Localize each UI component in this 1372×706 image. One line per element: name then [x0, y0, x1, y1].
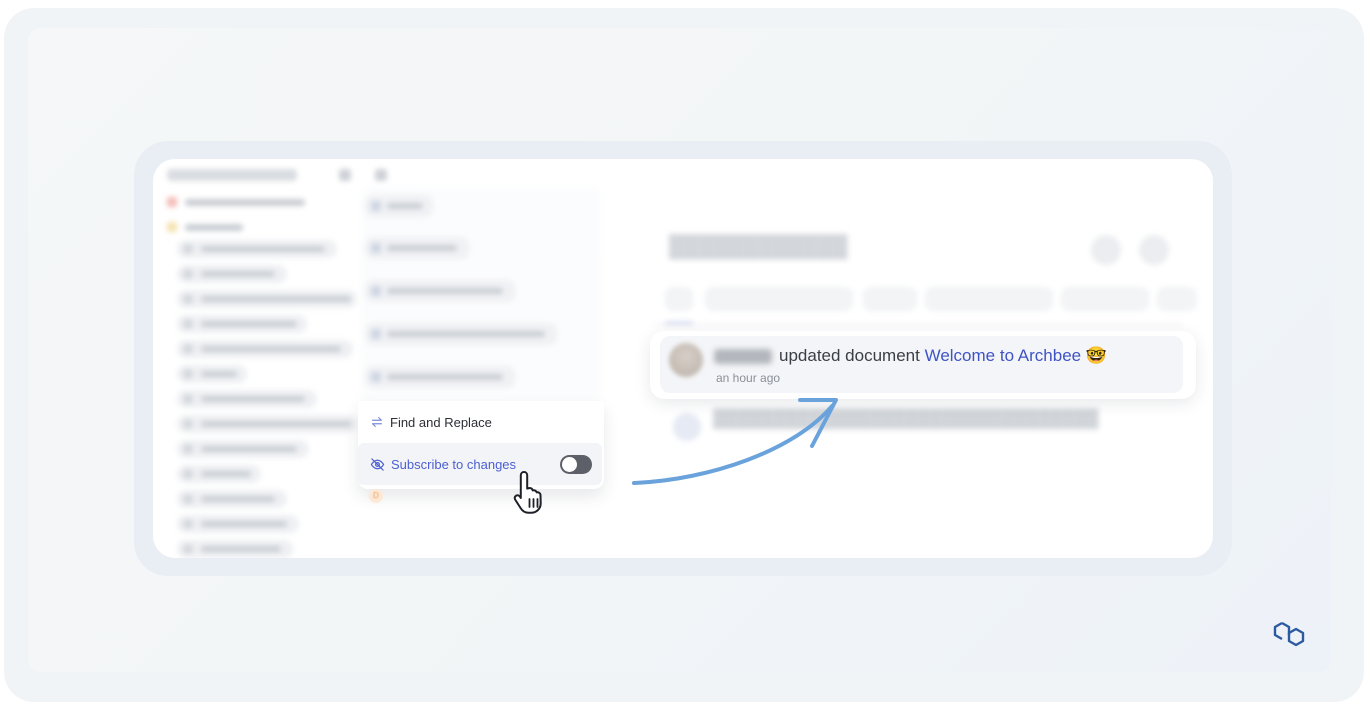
menu-item [365, 195, 433, 217]
sidebar-add-icon [375, 169, 387, 181]
eye-off-icon [370, 457, 385, 471]
archbee-logo-icon [1273, 621, 1305, 647]
sidebar-item [177, 515, 299, 533]
sidebar-item [177, 240, 337, 258]
panel-button [1091, 235, 1121, 265]
subscribe-label: Subscribe to changes [391, 456, 517, 472]
menu-item [365, 366, 515, 388]
menu-item [365, 323, 557, 345]
nerd-face-emoji: 🤓 [1085, 346, 1108, 365]
menu-item [365, 237, 469, 259]
tab [925, 287, 1053, 311]
tab [665, 287, 693, 311]
sidebar-item [177, 540, 293, 558]
notifications-title-blurred: ████████████ [669, 235, 848, 258]
author-avatar [669, 343, 703, 377]
sidebar-settings-icon [339, 169, 351, 181]
tab [705, 287, 853, 311]
sidebar-item [177, 315, 307, 333]
sidebar-item [177, 415, 357, 433]
menu-item [365, 280, 515, 302]
divider [653, 324, 1183, 325]
sidebar-item [177, 465, 261, 483]
panel-button [1139, 235, 1169, 265]
sidebar-item [177, 365, 247, 383]
document-link[interactable]: Welcome to Archbee [925, 346, 1082, 365]
sidebar-item [177, 490, 287, 508]
subscribe-toggle[interactable] [560, 455, 592, 474]
sidebar-item [177, 390, 317, 408]
tab [863, 287, 917, 311]
user-avatar: D [369, 489, 383, 503]
sidebar-item [177, 340, 353, 358]
author-name-blurred [714, 349, 772, 364]
pointer-arrow-icon [632, 398, 838, 485]
tab [1061, 287, 1149, 311]
sidebar-item [177, 440, 309, 458]
notification-action: updated document [779, 346, 920, 365]
sidebar-item [177, 290, 357, 308]
hand-pointer-icon [513, 471, 542, 514]
notification-text: updated document Welcome to Archbee 🤓 [779, 346, 1107, 366]
toggle-knob [562, 457, 577, 472]
tab [1157, 287, 1197, 311]
workspace-url [167, 169, 297, 181]
find-replace-menu-item[interactable]: Find and Replace [358, 404, 602, 440]
sidebar-item [177, 265, 287, 283]
swap-arrows-icon [372, 417, 382, 427]
find-replace-label: Find and Replace [390, 414, 492, 430]
